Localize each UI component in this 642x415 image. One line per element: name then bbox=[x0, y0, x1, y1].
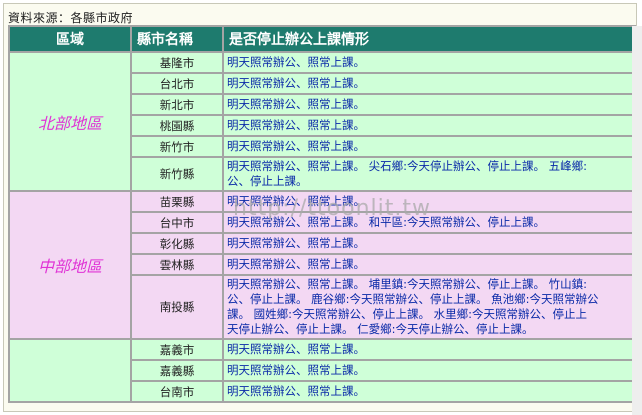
header-row: 區域 縣市名稱 是否停止辦公上課情形 bbox=[10, 27, 634, 51]
status-cell: 明天照常辦公、照常上課。 bbox=[224, 340, 634, 359]
table-row: 北部地區 基隆市 明天照常辦公、照常上課。 bbox=[10, 53, 634, 190]
region-cell bbox=[10, 340, 130, 401]
city-name-cell: 南投縣 bbox=[132, 276, 222, 338]
status-cell: 明天照常辦公、照常上課。 尖石鄉:今天停止辦公、停止上課。 五峰鄉: 公、停止上… bbox=[224, 158, 634, 190]
status-cell: 明天照常辦公、照常上課。 和平區:今天照常辦公、停止上課。 bbox=[224, 213, 634, 232]
city-name-cell: 基隆市 bbox=[132, 53, 222, 72]
city-name-cell: 桃園縣 bbox=[132, 116, 222, 135]
source-note: 資料來源：各縣市政府 bbox=[8, 11, 134, 25]
city-name-cell: 台北市 bbox=[132, 74, 222, 93]
status-cell: 明天照常辦公、照常上課。 埔里鎮:今天照常辦公、停止上課。 竹山鎮: 公、停止上… bbox=[224, 276, 634, 338]
table-body: 北部地區 基隆市 明天照常辦公、照常上課。 台北市 明天照常辦公、照常上課。 新北市 明天照… bbox=[10, 53, 634, 401]
status-cell: 明天照常辦公、照常上課。 bbox=[224, 382, 634, 401]
table-row: 嘉義市 明天照常辦公、照常上課。 bbox=[10, 340, 634, 401]
status-cell: 明天照常辦公、照常上課。 bbox=[224, 95, 634, 114]
city-name-cell: 彰化縣 bbox=[132, 234, 222, 253]
status-cell: 明天照常辦公、照常上課。 bbox=[224, 137, 634, 156]
table-container: 區域 縣市名稱 是否停止辦公上課情形 北部地區 基隆市 明天照常辦公、照常上課。 台北… bbox=[8, 25, 642, 415]
header-status: 是否停止辦公上課情形 bbox=[224, 27, 634, 51]
header-city: 縣市名稱 bbox=[132, 27, 222, 51]
status-cell: 明天照常辦公、照常上課。 bbox=[224, 234, 634, 253]
city-name-cell: 台南市 bbox=[132, 382, 222, 401]
region-cell: 中部地區 bbox=[10, 192, 130, 338]
city-name-cell: 嘉義縣 bbox=[132, 361, 222, 380]
city-name-cell: 新北市 bbox=[132, 95, 222, 114]
status-cell: 明天照常辦公、照常上課。 bbox=[224, 74, 634, 93]
status-cell: 明天照常辦公、照常上課。 bbox=[224, 116, 634, 135]
city-name-cell: 雲林縣 bbox=[132, 255, 222, 274]
status-cell: 明天照常辦公、照常上課。 bbox=[224, 192, 634, 211]
header-region: 區域 bbox=[10, 27, 130, 51]
city-name-cell: 新竹市 bbox=[132, 137, 222, 156]
city-name-cell: 新竹縣 bbox=[132, 158, 222, 190]
region-cell: 北部地區 bbox=[10, 53, 130, 190]
table-row: 中部地區 苗栗縣 明天照常辦公、照常上課。 bbox=[10, 192, 634, 338]
status-cell: 明天照常辦公、照常上課。 bbox=[224, 361, 634, 380]
status-cell: 明天照常辦公、照常上課。 bbox=[224, 53, 634, 72]
city-name-cell: 台中市 bbox=[132, 213, 222, 232]
city-name-cell: 嘉義市 bbox=[132, 340, 222, 359]
city-name-cell: 苗栗縣 bbox=[132, 192, 222, 211]
scrollbar[interactable] bbox=[632, 26, 642, 415]
status-cell: 明天照常辦公、照常上課。 bbox=[224, 255, 634, 274]
closure-table: 區域 縣市名稱 是否停止辦公上課情形 北部地區 基隆市 明天照常辦公、照常上課。 台北… bbox=[8, 25, 636, 403]
